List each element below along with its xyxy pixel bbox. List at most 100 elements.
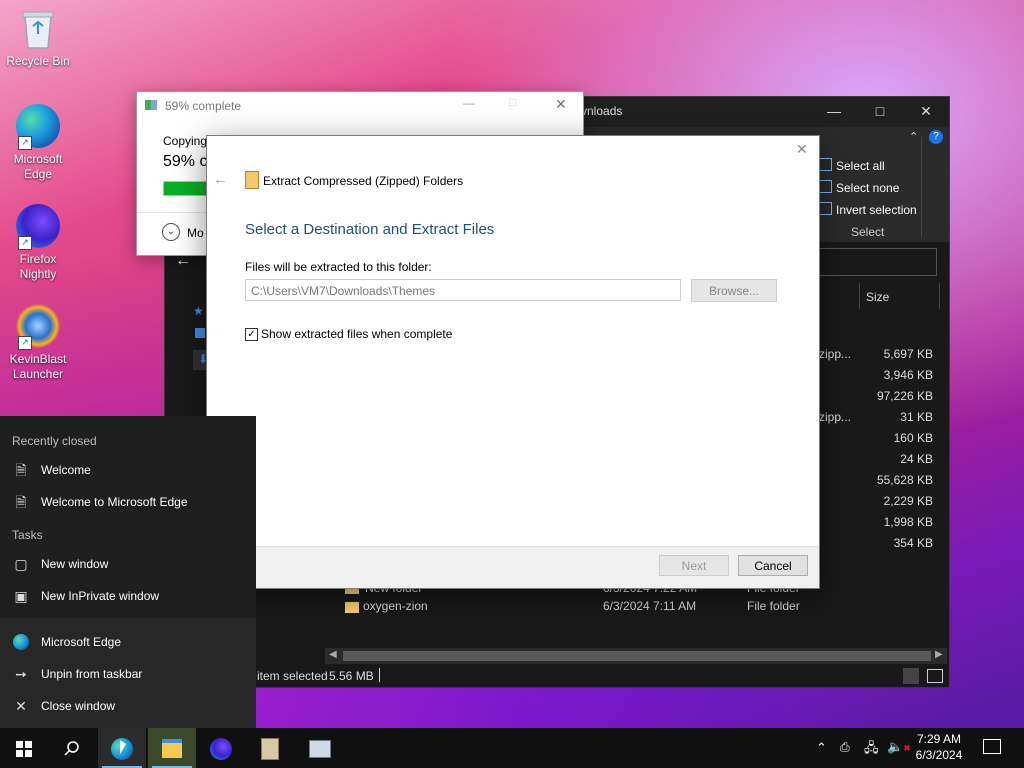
jump-item-new-window[interactable]: ▢ New window — [0, 548, 256, 580]
destination-path-input[interactable]: C:\Users\VM7\Downloads\Themes — [245, 279, 681, 301]
progress-titlebar[interactable]: 59% complete — □ ✕ — [137, 92, 583, 120]
close-icon: ✕ — [15, 698, 27, 714]
desktop-icon-recycle-bin[interactable]: Recycle Bin — [3, 8, 73, 69]
file-row[interactable]: zipp... 5,697 KB — [815, 345, 939, 365]
device-icon[interactable]: ⎙ — [840, 740, 850, 755]
notifications-icon[interactable] — [983, 739, 1001, 754]
invert-selection-icon — [819, 202, 832, 215]
chevron-down-icon[interactable]: ⌄ — [162, 223, 180, 241]
collapse-ribbon-icon[interactable]: ⌃ — [909, 130, 918, 143]
firefox-nightly-icon: ↗ — [16, 204, 60, 250]
select-none-button[interactable]: Select none — [819, 180, 899, 195]
show-hidden-icons-chevron-icon[interactable]: ⌃ — [816, 740, 827, 756]
file-row[interactable]: 2,229 KB — [815, 492, 939, 512]
back-arrow-icon[interactable]: ← — [213, 171, 228, 188]
desktop-icon-firefox-nightly[interactable]: ↗ Firefox Nightly — [3, 204, 73, 282]
network-icon[interactable]: 🖧 — [864, 739, 879, 761]
jump-item-label: Unpin from taskbar — [41, 667, 143, 681]
jump-item-label: Close window — [41, 699, 116, 713]
file-row[interactable]: 1,998 KB — [815, 513, 939, 533]
select-none-icon — [819, 180, 832, 193]
help-icon[interactable]: ? — [929, 130, 943, 144]
desktop-icon-label: KevinBlast Launcher — [9, 352, 67, 381]
file-row[interactable]: 354 KB — [815, 534, 939, 554]
search-button[interactable] — [48, 728, 96, 768]
taskbar-edge[interactable] — [98, 728, 146, 768]
file-explorer-icon — [162, 739, 182, 759]
page-icon: 🗎 — [15, 494, 27, 510]
file-size: 354 KB — [893, 536, 933, 550]
shortcut-arrow-icon: ↗ — [18, 336, 32, 350]
file-type: zipp... — [819, 347, 852, 361]
file-size: 1,998 KB — [883, 515, 933, 529]
section-recently-closed: Recently closed — [12, 434, 97, 448]
taskbar-archive-app[interactable] — [246, 728, 294, 768]
jump-item-new-inprivate[interactable]: ▣ New InPrivate window — [0, 580, 256, 612]
invert-selection-button[interactable]: Invert selection — [819, 202, 917, 217]
jump-item-close-window[interactable]: ✕ Close window — [0, 690, 256, 722]
file-row[interactable]: 3,946 KB — [815, 366, 939, 386]
clock[interactable]: 7:29 AM 6/3/2024 — [908, 731, 970, 763]
taskbar-file-explorer[interactable] — [148, 728, 196, 768]
search-box[interactable] — [819, 248, 937, 276]
file-size: 3,946 KB — [883, 368, 933, 382]
show-files-checkbox-label: Show extracted files when complete — [261, 327, 453, 341]
search-icon — [64, 741, 79, 756]
file-date: 6/3/2024 7:11 AM — [603, 599, 697, 613]
minimize-button[interactable]: — — [811, 97, 857, 127]
file-name: oxygen-zion — [363, 599, 428, 613]
file-size: 31 KB — [900, 410, 933, 424]
taskbar-firefox-nightly[interactable] — [197, 728, 245, 768]
inprivate-window-icon: ▣ — [14, 588, 28, 604]
close-button[interactable]: ✕ — [555, 96, 567, 113]
jump-item-label: Microsoft Edge — [41, 635, 122, 649]
jump-item-welcome[interactable]: 🗎 Welcome — [0, 454, 256, 486]
horizontal-scrollbar[interactable]: ◀ ▶ — [325, 648, 947, 664]
select-all-button[interactable]: Select all — [819, 158, 885, 173]
section-tasks: Tasks — [12, 528, 43, 542]
start-button[interactable] — [0, 728, 48, 768]
clock-time: 7:29 AM — [916, 732, 962, 746]
close-button[interactable]: ✕ — [796, 141, 808, 158]
cancel-button[interactable]: Cancel — [738, 555, 808, 576]
jump-item-welcome-edge[interactable]: 🗎 Welcome to Microsoft Edge — [0, 486, 256, 518]
next-button[interactable]: Next — [659, 555, 729, 576]
folder-icon — [345, 602, 359, 613]
desktop-icon-kevinblast[interactable]: ↗ KevinBlast Launcher — [3, 304, 73, 382]
file-row[interactable]: oxygen-zion 6/3/2024 7:11 AM File folder — [345, 599, 935, 619]
desktop-icon-label: Firefox Nightly — [19, 252, 57, 281]
scrollbar-thumb[interactable] — [343, 651, 931, 661]
jump-item-unpin[interactable]: ➙ Unpin from taskbar — [0, 658, 256, 690]
progress-app-icon — [145, 100, 157, 110]
zip-folder-icon — [245, 171, 259, 189]
jump-item-open-edge[interactable]: Microsoft Edge — [0, 626, 256, 658]
scroll-left-icon[interactable]: ◀ — [329, 649, 337, 660]
file-row[interactable]: 24 KB — [815, 450, 939, 470]
desktop-nav-icon[interactable] — [195, 328, 205, 338]
close-button[interactable]: ✕ — [903, 97, 949, 127]
destination-label: Files will be extracted to this folder: — [245, 260, 432, 274]
file-row[interactable]: 160 KB — [815, 429, 939, 449]
browse-button[interactable]: Browse... — [691, 279, 777, 302]
maximize-button[interactable]: □ — [509, 95, 516, 109]
minimize-button[interactable]: — — [463, 96, 475, 110]
taskbar-remote-app[interactable] — [296, 728, 344, 768]
quick-access-icon[interactable]: ★ — [193, 304, 204, 318]
edge-jump-list: Recently closed 🗎 Welcome 🗎 Welcome to M… — [0, 416, 256, 728]
page-icon: 🗎 — [15, 462, 27, 478]
more-details-link[interactable]: Mo — [187, 226, 204, 240]
column-header-size[interactable]: Size — [859, 283, 940, 309]
maximize-button[interactable]: □ — [857, 97, 903, 127]
file-row[interactable]: 55,628 KB — [815, 471, 939, 491]
scroll-right-icon[interactable]: ▶ — [935, 649, 943, 660]
monitor-icon — [309, 739, 331, 758]
file-row[interactable]: zipp... 31 KB — [815, 408, 939, 428]
desktop-icon-edge[interactable]: ↗ Microsoft Edge — [3, 104, 73, 182]
firefox-nightly-icon — [210, 737, 232, 760]
details-view-icon[interactable] — [903, 668, 919, 684]
wizard-title: Extract Compressed (Zipped) Folders — [263, 174, 464, 188]
file-row[interactable]: 97,226 KB — [815, 387, 939, 407]
show-files-checkbox[interactable]: ✓ — [245, 328, 258, 341]
thumbnail-view-icon[interactable] — [927, 669, 943, 683]
jump-item-label: New InPrivate window — [41, 589, 160, 603]
